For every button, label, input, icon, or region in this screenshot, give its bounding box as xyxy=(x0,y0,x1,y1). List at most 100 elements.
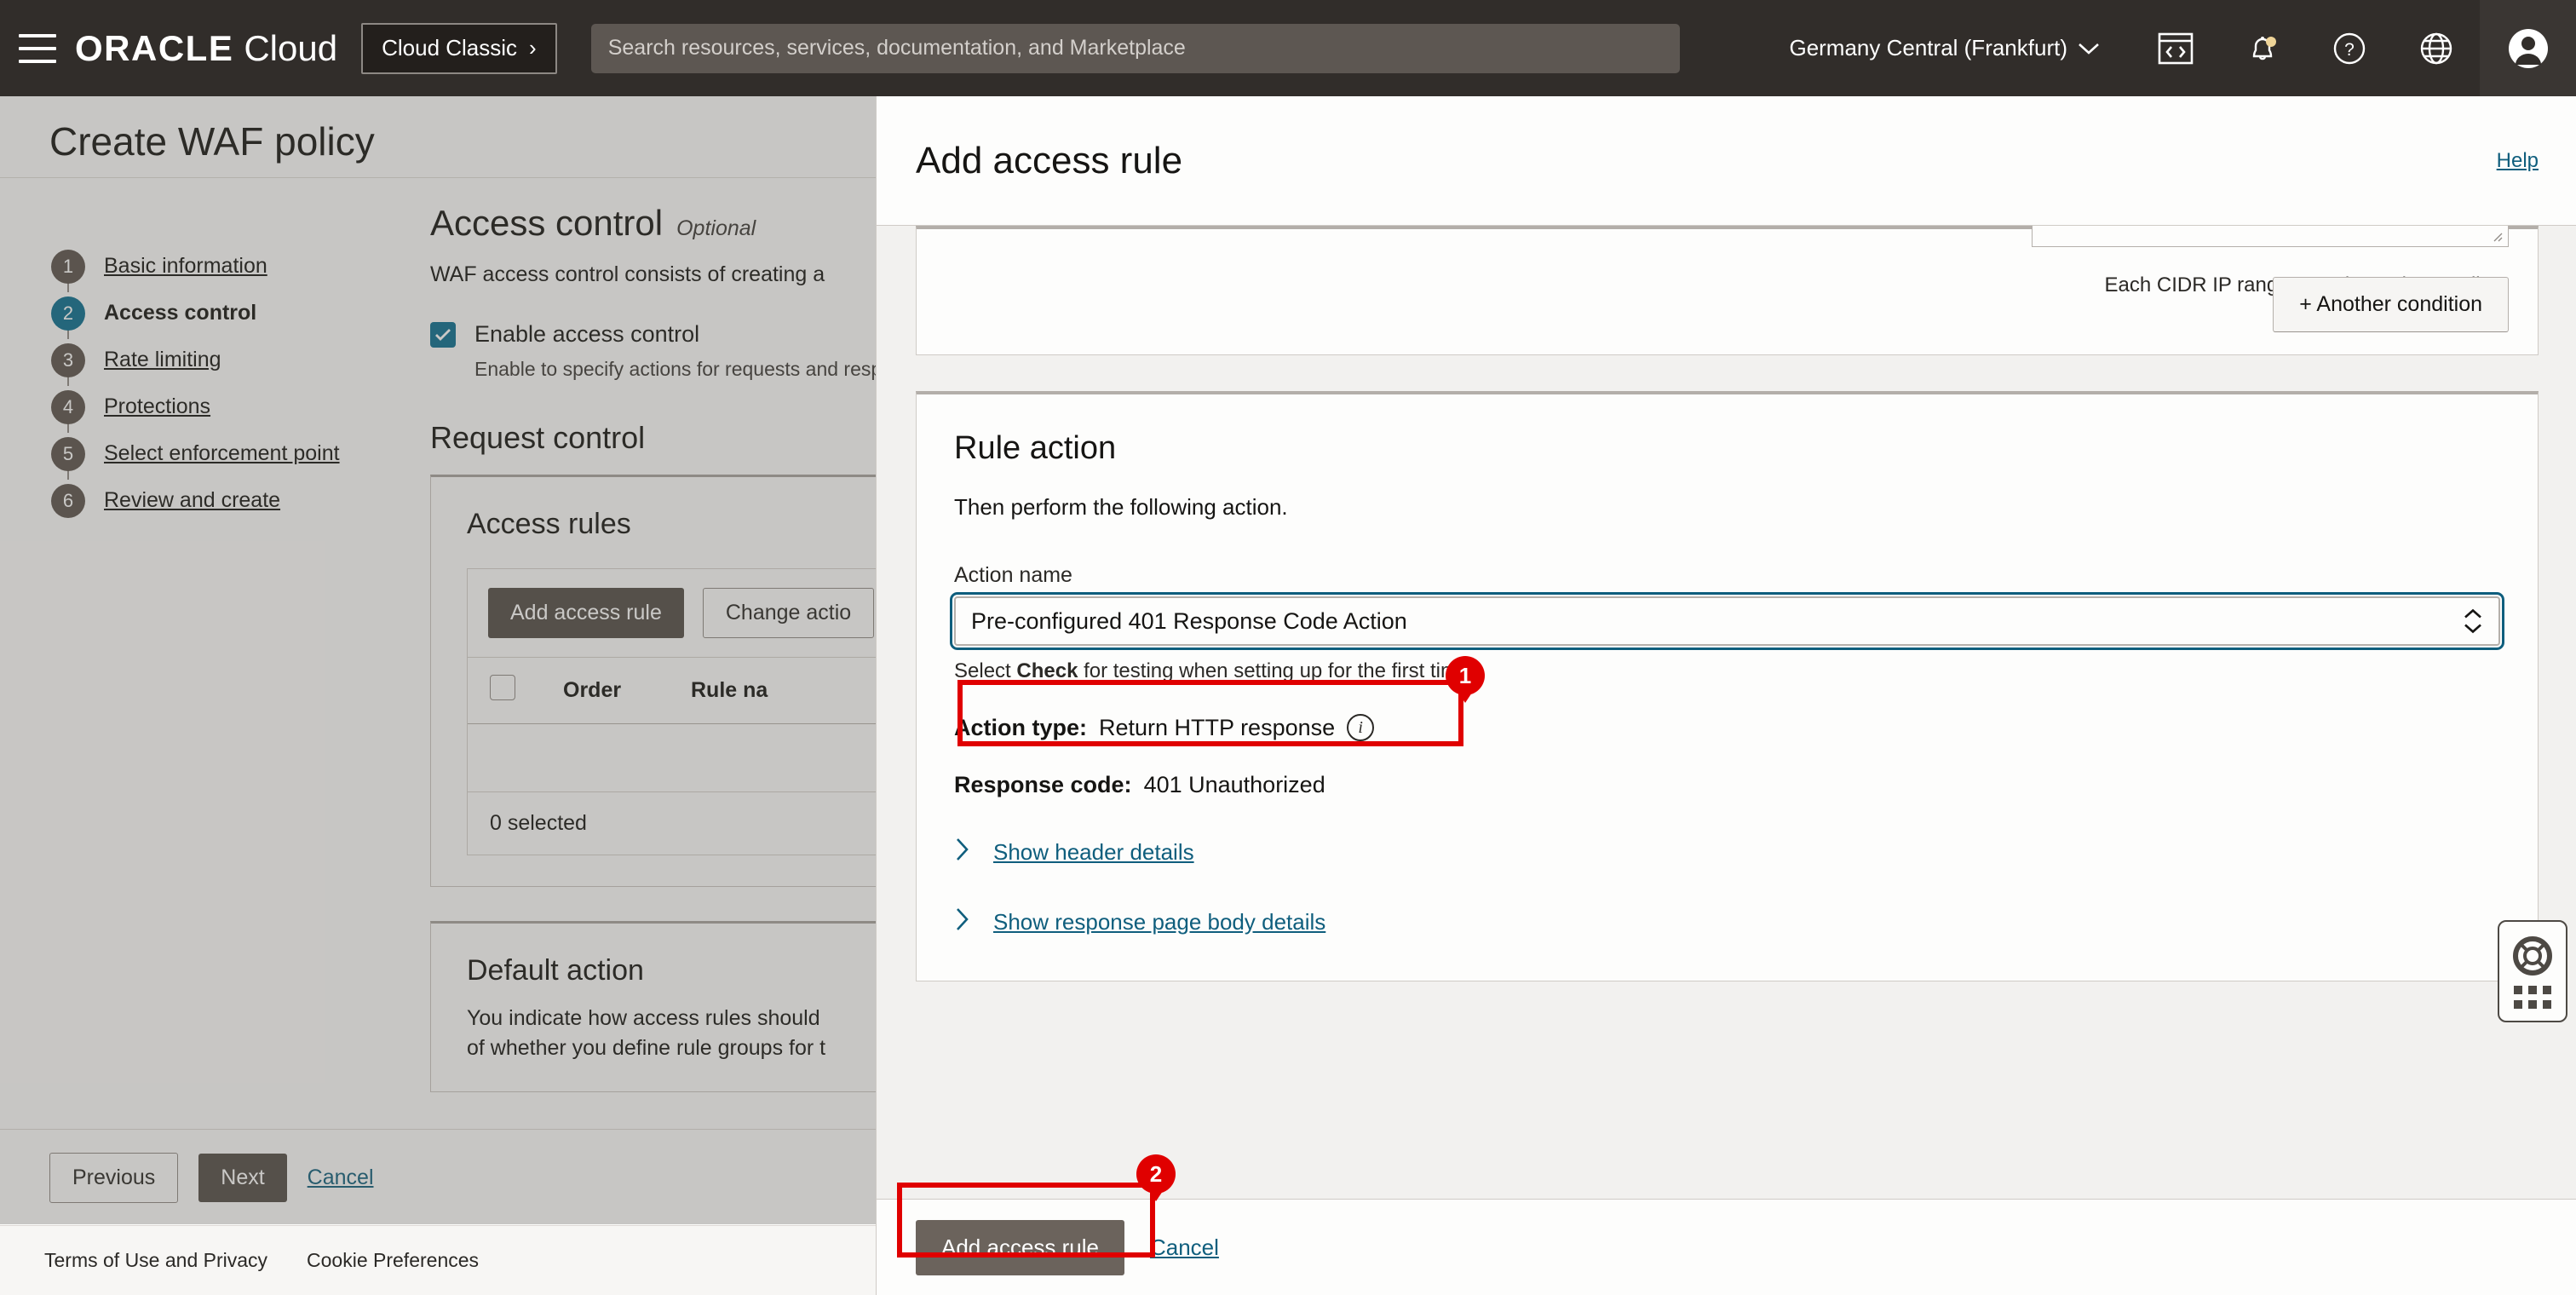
user-avatar-icon[interactable] xyxy=(2480,0,2576,96)
step-label: Protections xyxy=(104,394,211,418)
sidebar-step-protections[interactable]: 4 Protections xyxy=(51,383,409,433)
step-number-badge: 5 xyxy=(51,436,85,471)
action-type-label: Action type: xyxy=(954,714,1088,740)
panel-footer: Add access rule Cancel xyxy=(877,1199,2576,1295)
panel-header: Add access rule Help xyxy=(877,96,2576,226)
panel-body: Each CIDR IP range must be on its own li… xyxy=(877,226,2576,1199)
action-name-helper-text: Select Check for testing when setting up… xyxy=(954,659,2500,683)
step-label: Rate limiting xyxy=(104,348,221,371)
sidebar-step-review-and-create[interactable]: 6 Review and create xyxy=(51,477,409,524)
cloud-classic-button[interactable]: Cloud Classic › xyxy=(361,22,557,74)
support-widget[interactable] xyxy=(2498,920,2567,1022)
drag-dots-icon xyxy=(2514,985,2551,1009)
chevron-down-icon xyxy=(2079,43,2099,55)
next-button[interactable]: Next xyxy=(198,1153,287,1202)
oracle-wordmark: ORACLE xyxy=(75,27,234,68)
select-all-checkbox[interactable] xyxy=(490,675,515,700)
add-access-rule-panel: Add access rule Help Each CIDR IP range … xyxy=(876,96,2576,1295)
step-connector-line xyxy=(67,377,69,386)
another-condition-wrap: + Another condition xyxy=(2273,277,2509,332)
chevron-right-icon xyxy=(954,836,971,868)
action-name-select[interactable]: Pre-configured 401 Response Code Action xyxy=(950,592,2504,650)
step-number-badge: 3 xyxy=(51,342,85,377)
cookie-preferences-link[interactable]: Cookie Preferences xyxy=(307,1249,479,1272)
nav-right-cluster: Germany Central (Frankfurt) ? xyxy=(1789,0,2576,96)
search-placeholder-text: Search resources, services, documentatio… xyxy=(607,36,1186,60)
action-type-value: Return HTTP response xyxy=(1099,714,1336,740)
footer-links: Terms of Use and Privacy Cookie Preferen… xyxy=(44,1249,479,1272)
show-header-details-label: Show header details xyxy=(993,838,1194,865)
condition-card: Each CIDR IP range must be on its own li… xyxy=(916,226,2539,355)
step-label: Access control xyxy=(104,301,257,325)
action-name-label: Action name xyxy=(954,563,1072,587)
checkbox-checked-icon xyxy=(430,321,456,348)
step-number-badge: 2 xyxy=(51,296,85,331)
another-condition-button[interactable]: + Another condition xyxy=(2273,277,2509,332)
life-preserver-icon xyxy=(2513,935,2552,976)
sidebar-step-basic-information[interactable]: 1 Basic information xyxy=(51,243,409,292)
panel-cancel-link[interactable]: Cancel xyxy=(1150,1235,1219,1261)
hamburger-menu-icon[interactable] xyxy=(19,33,56,63)
action-name-select-wrap: Pre-configured 401 Response Code Action xyxy=(950,592,2504,650)
previous-button[interactable]: Previous xyxy=(49,1152,179,1203)
select-stepper-arrows-icon xyxy=(2463,608,2483,634)
language-globe-icon[interactable] xyxy=(2412,24,2461,73)
cidr-textarea[interactable] xyxy=(2032,226,2509,247)
notifications-bell-icon[interactable] xyxy=(2238,24,2287,73)
resize-handle-icon[interactable] xyxy=(2489,228,2503,242)
action-type-row: Action type: Return HTTP response i xyxy=(954,714,2500,741)
section-heading: Access control xyxy=(430,203,664,243)
show-response-page-body-details-toggle[interactable]: Show response page body details xyxy=(954,906,2500,938)
info-circle-icon[interactable]: i xyxy=(1347,714,1375,741)
sidebar-step-access-control[interactable]: 2 Access control xyxy=(51,290,409,339)
sidebar-step-select-enforcement-point[interactable]: 5 Select enforcement point xyxy=(51,430,409,480)
rule-action-title: Rule action xyxy=(954,430,1117,466)
step-number-badge: 6 xyxy=(51,483,85,518)
global-search-input[interactable]: Search resources, services, documentatio… xyxy=(590,23,1680,73)
step-connector-line xyxy=(67,283,69,292)
region-selector[interactable]: Germany Central (Frankfurt) xyxy=(1789,35,2100,61)
step-number-badge: 4 xyxy=(51,389,85,424)
response-code-label: Response code: xyxy=(954,772,1132,797)
app-root: ORACLE Cloud Cloud Classic › Search reso… xyxy=(0,0,2576,1295)
response-code-value: 401 Unauthorized xyxy=(1143,772,1325,797)
helper-bold-word: Check xyxy=(1016,659,1078,682)
rule-action-card: Rule action Then perform the following a… xyxy=(916,391,2539,981)
step-connector-line xyxy=(67,470,69,480)
add-access-rule-button[interactable]: Add access rule xyxy=(488,588,684,638)
wizard-cancel-link[interactable]: Cancel xyxy=(308,1166,374,1190)
cloud-wordmark: Cloud xyxy=(244,27,338,68)
step-number-badge: 1 xyxy=(51,249,85,284)
panel-add-access-rule-button[interactable]: Add access rule xyxy=(916,1219,1124,1275)
top-navigation-bar: ORACLE Cloud Cloud Classic › Search reso… xyxy=(0,0,2576,96)
column-header-order: Order xyxy=(541,657,669,724)
svg-text:?: ? xyxy=(2344,40,2355,60)
panel-help-link[interactable]: Help xyxy=(2497,149,2539,173)
help-question-icon[interactable]: ? xyxy=(2325,24,2374,73)
page-title: Create WAF policy xyxy=(49,119,375,164)
rule-action-subtitle: Then perform the following action. xyxy=(954,494,1288,520)
panel-title: Add access rule xyxy=(916,139,1183,181)
step-label: Review and create xyxy=(104,488,281,512)
cloud-classic-label: Cloud Classic xyxy=(382,35,518,60)
chevron-right-icon xyxy=(954,906,971,938)
checkbox-label: Enable access control xyxy=(474,321,700,347)
step-connector-line xyxy=(67,330,69,339)
step-label: Select enforcement point xyxy=(104,441,340,465)
region-label: Germany Central (Frankfurt) xyxy=(1789,35,2067,60)
change-action-button[interactable]: Change actio xyxy=(702,588,875,638)
step-connector-line xyxy=(67,423,69,433)
show-response-page-body-details-label: Show response page body details xyxy=(993,908,1326,935)
wizard-step-list: 1 Basic information 2 Access control 3 R… xyxy=(51,243,409,524)
oracle-cloud-logo[interactable]: ORACLE Cloud xyxy=(75,28,337,69)
action-name-selected-value: Pre-configured 401 Response Code Action xyxy=(971,607,1407,634)
section-optional-tag: Optional xyxy=(676,216,756,240)
helper-suffix: for testing when setting up for the firs… xyxy=(1078,659,1475,682)
sidebar-step-rate-limiting[interactable]: 3 Rate limiting xyxy=(51,337,409,386)
response-code-row: Response code: 401 Unauthorized xyxy=(954,772,2500,798)
terms-of-use-link[interactable]: Terms of Use and Privacy xyxy=(44,1249,267,1272)
chevron-right-icon: › xyxy=(529,35,537,60)
show-header-details-toggle[interactable]: Show header details xyxy=(954,836,2500,868)
cloud-shell-icon[interactable] xyxy=(2151,24,2200,73)
step-label: Basic information xyxy=(104,254,267,278)
